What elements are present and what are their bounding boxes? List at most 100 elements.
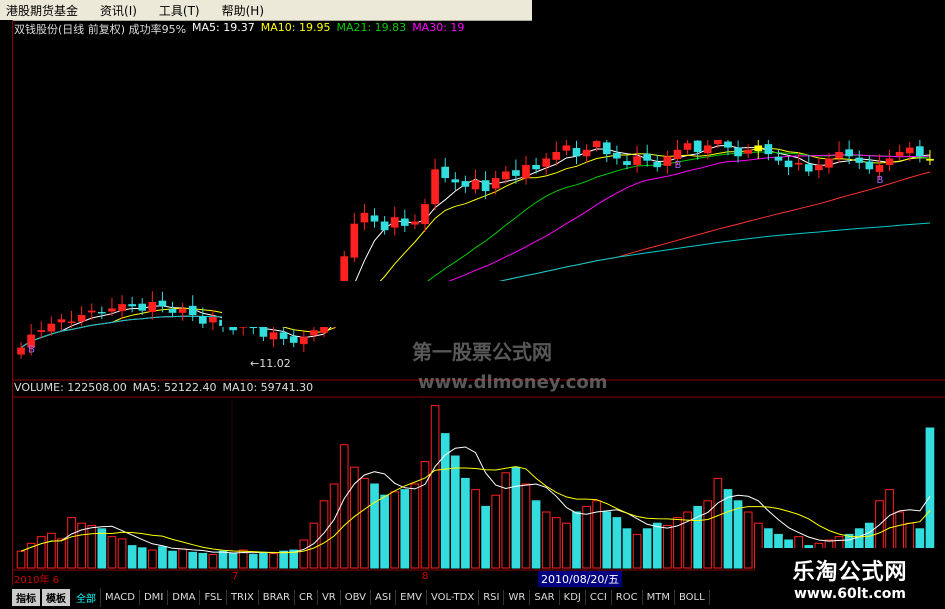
tab-dmi[interactable]: DMI — [140, 589, 169, 605]
volume-bar — [97, 528, 107, 569]
volume-bar — [107, 536, 117, 569]
candle-body — [360, 212, 369, 223]
candle-body — [613, 152, 621, 159]
candle-body — [926, 158, 934, 161]
candle-body — [572, 148, 581, 157]
tab-fsl[interactable]: FSL — [200, 589, 227, 605]
tab-wr[interactable]: WR — [504, 589, 531, 605]
date-july: 7 — [232, 571, 239, 582]
candle-body — [198, 316, 207, 324]
tab-roc[interactable]: ROC — [612, 589, 643, 605]
candle-body — [724, 141, 732, 148]
candle-body — [289, 336, 298, 343]
volume-bar — [450, 455, 460, 569]
tab-kdj[interactable]: KDJ — [560, 589, 586, 605]
volume-bar — [430, 405, 440, 569]
candle-body — [501, 171, 510, 180]
candle-body — [582, 149, 591, 157]
ma5-value: MA5: 19.37 — [192, 21, 255, 34]
volume-bar — [582, 505, 591, 569]
volume-bar — [349, 466, 359, 569]
occluded-region — [532, 0, 945, 140]
volume-bar — [117, 538, 127, 569]
tab-rsi[interactable]: RSI — [479, 589, 505, 605]
volume-bar — [551, 517, 561, 569]
volume-bar — [188, 551, 198, 569]
tab-vr[interactable]: VR — [318, 589, 341, 605]
tab-all[interactable]: 全部 — [72, 587, 101, 607]
candle-body — [522, 165, 530, 179]
candle-body — [421, 204, 429, 225]
volume-bar — [531, 500, 541, 569]
candle-body — [512, 170, 520, 176]
volume-bar — [925, 427, 935, 569]
candle-body — [380, 221, 389, 231]
tab-brar[interactable]: BRAR — [259, 589, 295, 605]
volume-bar — [299, 539, 309, 569]
volume-bar — [137, 547, 147, 569]
tab-macd[interactable]: MACD — [101, 589, 140, 605]
tab-vol-tdx[interactable]: VOL-TDX — [427, 589, 480, 605]
tab-asi[interactable]: ASI — [371, 589, 397, 605]
template-button[interactable]: 模板 — [42, 588, 70, 606]
date-august: 8 — [422, 571, 429, 582]
volume-bar — [400, 489, 410, 569]
candle-body — [774, 156, 783, 161]
volume-bar — [380, 494, 389, 569]
watermark-text: 第一股票公式网 — [412, 340, 552, 364]
tab-emv[interactable]: EMV — [396, 589, 427, 605]
volume-bar — [339, 444, 349, 569]
candle-body — [299, 336, 308, 345]
volume-bar — [87, 524, 97, 569]
candle-body — [481, 180, 490, 192]
tab-sar[interactable]: SAR — [530, 589, 560, 605]
candle-body — [532, 165, 540, 170]
candle-body — [390, 217, 399, 228]
candle-body — [633, 156, 641, 165]
candle-body — [905, 147, 914, 154]
volume-bar — [47, 532, 56, 569]
volume-bar — [592, 500, 602, 569]
volume-bar — [269, 552, 278, 569]
candle-body — [865, 161, 874, 170]
candle-body — [552, 151, 561, 160]
volume-bar — [370, 483, 379, 569]
candle-body — [592, 141, 601, 148]
candle-body — [895, 151, 904, 156]
candle-body — [441, 166, 450, 179]
tab-obv[interactable]: OBV — [341, 589, 371, 605]
candle-body — [17, 347, 25, 355]
candle-body — [602, 142, 611, 155]
candle-body — [158, 300, 167, 307]
candle-body — [77, 315, 86, 322]
volume-bar — [572, 511, 581, 569]
tab-dma[interactable]: DMA — [168, 589, 201, 605]
candle-body — [673, 149, 682, 159]
volume-bar — [218, 550, 228, 569]
buy-marker: B — [876, 175, 883, 186]
indicator-button[interactable]: 指标 — [12, 588, 40, 606]
volume-bar — [360, 477, 369, 569]
logo-name: 乐淘公式网 — [792, 560, 908, 585]
volume-bar — [127, 545, 137, 569]
volume-bar — [652, 522, 662, 569]
cursor-date: 2010/08/20/五 — [538, 571, 623, 587]
candle-body — [400, 218, 409, 226]
tab-mtm[interactable]: MTM — [643, 589, 675, 605]
candle-body — [168, 308, 177, 313]
candle-body — [784, 160, 793, 168]
tab-cci[interactable]: CCI — [586, 589, 612, 605]
candle-body — [310, 330, 318, 336]
candle-body — [37, 330, 46, 332]
tab-trix[interactable]: TRIX — [227, 589, 259, 605]
volume-bar — [178, 548, 187, 569]
candle-body — [461, 181, 470, 187]
tab-cr[interactable]: CR — [295, 589, 318, 605]
volume-bar — [228, 552, 238, 569]
volume-bar — [622, 528, 632, 569]
tab-boll[interactable]: BOLL — [675, 589, 710, 605]
candle-body — [835, 151, 843, 159]
volume-bar — [36, 536, 46, 569]
volume-info-bar: VOLUME: 122508.00 MA5: 52122.40 MA10: 59… — [14, 381, 313, 395]
candle-body — [471, 180, 480, 190]
